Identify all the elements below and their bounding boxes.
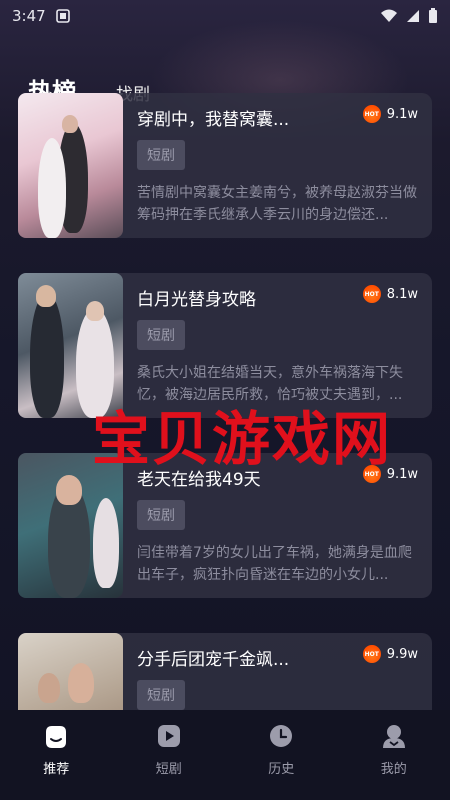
drama-card[interactable]: 白月光替身攻略 HOT 8.1w 短剧 桑氏大小姐在结婚当天，意外车祸落海下失忆… xyxy=(18,273,432,418)
genre-tag: 短剧 xyxy=(137,500,185,530)
drama-card[interactable]: 穿剧中，我替窝囊... HOT 9.1w 短剧 苦情剧中窝囊女主姜南兮，被养母赵… xyxy=(18,93,432,238)
home-icon xyxy=(46,726,67,748)
card-body: 白月光替身攻略 HOT 8.1w 短剧 桑氏大小姐在结婚当天，意外车祸落海下失忆… xyxy=(123,273,432,418)
heat-value: 9.1w xyxy=(386,466,418,482)
drama-description: 闫佳带着7岁的女儿出了车祸，她满身是血爬出车子，疯狂扑向昏迷在车边的小女儿... xyxy=(137,545,412,583)
play-icon xyxy=(157,725,180,747)
drama-description: 桑氏大小姐在结婚当天，意外车祸落海下失忆，被海边居民所救，恰巧被丈夫遇到，... xyxy=(137,365,403,403)
card-body: 穿剧中，我替窝囊... HOT 9.1w 短剧 苦情剧中窝囊女主姜南兮，被养母赵… xyxy=(123,93,432,238)
status-bar: 3:47 xyxy=(0,0,450,32)
nav-item-history[interactable]: 历史 xyxy=(241,722,321,777)
profile-icon xyxy=(382,725,405,748)
hot-flame-icon: HOT xyxy=(362,105,381,123)
heat-value: 9.9w xyxy=(386,646,418,662)
nav-label: 历史 xyxy=(268,762,295,777)
nav-item-mine[interactable]: 我的 xyxy=(354,722,434,777)
genre-tag: 短剧 xyxy=(137,680,185,710)
drama-title[interactable]: 穿剧中，我替窝囊... xyxy=(137,105,357,130)
status-time: 3:47 xyxy=(12,7,46,25)
genre-tag: 短剧 xyxy=(137,140,185,170)
signal-icon xyxy=(407,10,419,22)
genre-tag: 短剧 xyxy=(137,320,185,350)
nav-item-short-drama[interactable]: 短剧 xyxy=(129,722,209,777)
nav-item-recommend[interactable]: 推荐 xyxy=(16,722,96,777)
notification-icon xyxy=(55,9,70,23)
drama-title[interactable]: 老天在给我49天 xyxy=(137,465,357,490)
heat-value: 9.1w xyxy=(386,106,418,122)
nav-label: 短剧 xyxy=(155,762,182,777)
hot-flame-icon: HOT xyxy=(362,285,381,303)
card-body: 老天在给我49天 HOT 9.1w 短剧 闫佳带着7岁的女儿出了车祸，她满身是血… xyxy=(123,453,432,598)
drama-poster[interactable] xyxy=(18,93,123,238)
drama-poster[interactable] xyxy=(18,273,123,418)
heat-indicator: HOT 9.1w xyxy=(362,105,418,123)
clock-icon xyxy=(270,725,293,747)
heat-value: 8.1w xyxy=(386,286,418,302)
hot-flame-icon: HOT xyxy=(362,645,381,663)
drama-poster[interactable] xyxy=(18,453,123,598)
wifi-icon xyxy=(381,9,397,22)
heat-indicator: HOT 9.9w xyxy=(362,645,418,663)
heat-indicator: HOT 9.1w xyxy=(362,465,418,483)
nav-label: 推荐 xyxy=(43,762,70,777)
heat-indicator: HOT 8.1w xyxy=(362,285,418,303)
battery-icon xyxy=(429,8,437,23)
drama-title[interactable]: 白月光替身攻略 xyxy=(137,285,357,310)
nav-label: 我的 xyxy=(380,762,407,777)
bottom-nav: 推荐 短剧 历史 我的 xyxy=(0,710,450,800)
drama-card[interactable]: 老天在给我49天 HOT 9.1w 短剧 闫佳带着7岁的女儿出了车祸，她满身是血… xyxy=(18,453,432,598)
drama-description: 苦情剧中窝囊女主姜南兮，被养母赵淑芬当做筹码押在季氏继承人季云川的身边偿还... xyxy=(137,185,417,223)
hot-flame-icon: HOT xyxy=(362,465,381,483)
drama-title[interactable]: 分手后团宠千金飒... xyxy=(137,645,357,670)
